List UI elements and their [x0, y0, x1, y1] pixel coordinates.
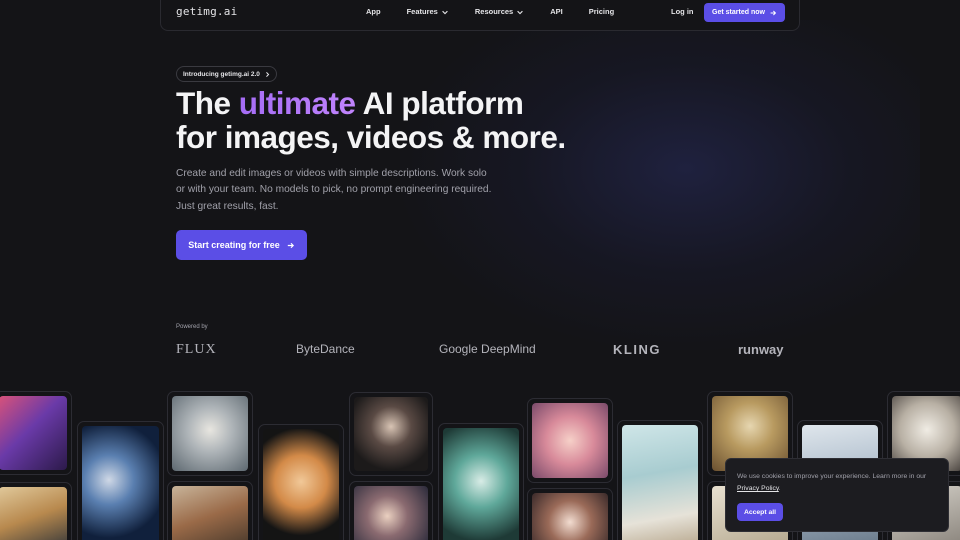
partner-logo-bytedance: ByteDance [296, 342, 355, 356]
gallery-image[interactable] [167, 391, 253, 476]
login-link[interactable]: Log in [671, 7, 694, 16]
headline-text: AI platform [355, 85, 524, 121]
cookie-period: . [778, 485, 781, 492]
subtitle-line: Create and edit images or videos with si… [176, 168, 487, 179]
nav-features-label: Features [406, 7, 438, 16]
nav-resources-label: Resources [474, 7, 514, 16]
get-started-button[interactable]: Get started now [704, 3, 785, 22]
gallery-image[interactable] [527, 488, 613, 540]
nav-features[interactable]: Features [407, 7, 449, 16]
gallery-image[interactable] [258, 424, 344, 540]
top-navbar: getimg.ai App Features Resources API Pri… [160, 0, 800, 31]
chevron-down-icon [442, 10, 448, 14]
get-started-label: Get started now [712, 9, 765, 16]
gallery-image[interactable] [527, 398, 613, 483]
partner-logo-google-deepmind: Google DeepMind [439, 342, 536, 356]
gallery-image[interactable] [438, 423, 524, 540]
gallery-image[interactable] [77, 421, 164, 540]
nav-app[interactable]: App [366, 7, 381, 16]
announcement-pill[interactable]: Introducing getimg.ai 2.0 [176, 66, 277, 82]
hero-headline: The ultimate AI platform for images, vid… [176, 86, 566, 154]
subtitle-line: or with your team. No models to pick, no… [176, 184, 492, 196]
powered-by-label: Powered by [176, 324, 208, 330]
nav-pricing[interactable]: Pricing [589, 7, 614, 16]
partner-logo-flux: FLUX [176, 342, 217, 357]
headline-highlight: ultimate [238, 85, 356, 121]
cookie-banner: We use cookies to improve your experienc… [725, 458, 949, 532]
arrow-right-icon [770, 10, 777, 15]
nav-api-label: API [550, 7, 563, 16]
gallery-image[interactable] [167, 481, 253, 540]
headline-line-2: for images, videos & more. [176, 119, 566, 155]
gallery-image[interactable] [349, 481, 433, 540]
nav-pricing-label: Pricing [588, 7, 615, 16]
hero-subtitle: Create and edit images or videos with si… [176, 166, 516, 215]
privacy-policy-link[interactable]: Privacy Policy [737, 485, 779, 492]
start-creating-button[interactable]: Start creating for free [176, 230, 307, 260]
nav-resources[interactable]: Resources [475, 7, 524, 16]
cta-label: Start creating for free [188, 240, 280, 250]
nav-app-label: App [366, 7, 381, 16]
headline-text: The [176, 85, 239, 121]
partner-logo-kling: KLING [613, 342, 661, 357]
cookie-message: We use cookies to improve your experienc… [737, 473, 927, 480]
gallery-image[interactable] [349, 392, 433, 476]
logo[interactable]: getimg.ai [176, 5, 237, 18]
accept-cookies-button[interactable]: Accept all [737, 503, 783, 521]
chevron-down-icon [517, 10, 524, 14]
partner-logo-runway: runway [738, 342, 784, 357]
gallery-image[interactable] [0, 482, 72, 540]
cookie-text: We use cookies to improve your experienc… [737, 471, 942, 495]
nav-links: App Features Resources API Pricing [366, 7, 640, 16]
arrow-right-icon [287, 242, 294, 248]
chevron-right-icon [266, 72, 270, 77]
announcement-label: Introducing getimg.ai 2.0 [183, 70, 260, 78]
subtitle-line: Just great results, fast. [176, 200, 279, 212]
gallery-image[interactable] [617, 420, 703, 540]
nav-api[interactable]: API [550, 7, 563, 16]
gallery-image[interactable] [0, 391, 72, 475]
